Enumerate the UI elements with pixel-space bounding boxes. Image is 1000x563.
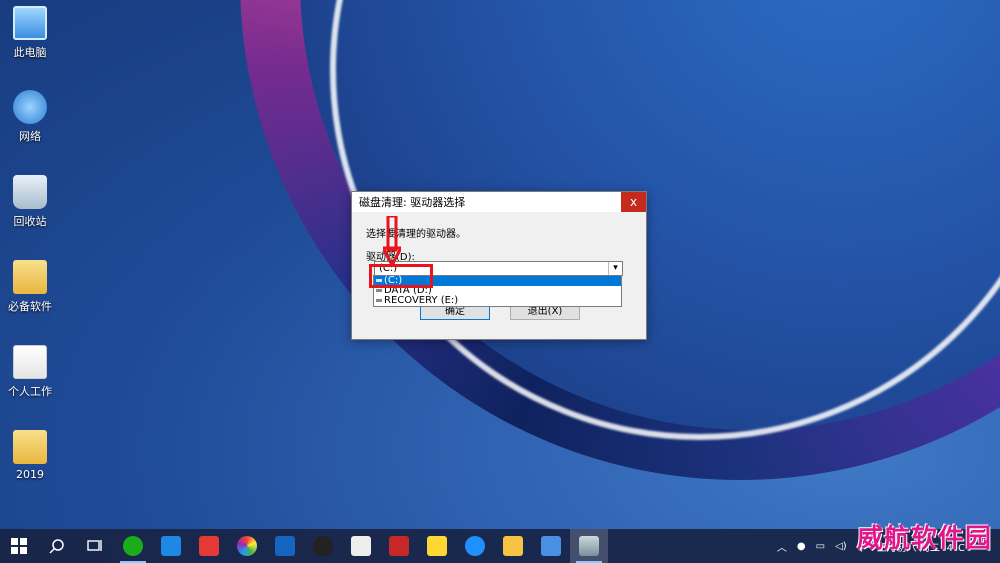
task-view-button[interactable] [76,529,114,563]
taskbar-app[interactable] [152,529,190,563]
taskbar-app-disk-cleanup[interactable] [570,529,608,563]
desktop-icon-recycle-bin[interactable]: 回收站 [2,175,58,229]
desktop-icon-label: 网络 [19,130,41,143]
drive-option-e[interactable]: RECOVERY (E:) [374,296,621,306]
search-icon [49,539,64,554]
app-icon [161,536,181,556]
desktop-icon-label: 此电脑 [13,46,47,59]
taskbar-app-explorer[interactable] [494,529,532,563]
taskbar-app[interactable] [532,529,570,563]
file-explorer-icon [503,536,523,556]
desktop-icon-software-folder[interactable]: 必备软件 [2,260,58,314]
tray-app-icon[interactable]: ● [797,541,806,552]
start-button[interactable] [0,529,38,563]
chevron-down-icon[interactable]: ▾ [608,262,622,275]
taskbar-app[interactable] [190,529,228,563]
qq-icon [313,536,333,556]
dialog-prompt: 选择要清理的驱动器。 [366,229,466,240]
taskbar-app[interactable] [342,529,380,563]
taskbar-app-wechat[interactable] [114,529,152,563]
volume-icon[interactable]: ◁) [835,541,847,552]
app-icon [427,536,447,556]
dialog-titlebar[interactable]: 磁盘清理: 驱动器选择 x [352,192,646,212]
folder-icon [13,345,47,379]
taskbar: ︿ ● ▭ ◁) 中 正月初八 周二 -4°C 6 [0,529,1000,563]
taskbar-app[interactable] [266,529,304,563]
desktop-icon-label: 个人工作 [8,385,52,398]
network-tray-icon[interactable]: ▭ [816,541,825,552]
taskbar-app-edge[interactable] [456,529,494,563]
watermark: 威航软件园 [856,524,992,554]
this-pc-icon [13,6,47,40]
color-icon [237,536,257,556]
desktop-icon-label: 必备软件 [8,300,52,313]
drive-icon [376,289,382,292]
desktop-icon-work-folder[interactable]: 个人工作 [2,345,58,399]
annotation-highlight-box [369,264,433,288]
taskbar-app[interactable] [418,529,456,563]
drive-option-label: RECOVERY (E:) [384,295,459,306]
start-icon [11,538,27,554]
folder-icon [13,260,47,294]
edge-icon [465,536,485,556]
close-button[interactable]: x [621,192,646,212]
dialog-title: 磁盘清理: 驱动器选择 [359,196,466,209]
taskbar-app[interactable] [228,529,266,563]
recycle-bin-icon [13,175,47,209]
desktop-icon-this-pc[interactable]: 此电脑 [2,6,58,60]
app-icon [351,536,371,556]
taskbar-app[interactable] [380,529,418,563]
app-icon [275,536,295,556]
network-icon [13,90,47,124]
desktop-icon-network[interactable]: 网络 [2,90,58,144]
desktop-icon-label: 2019 [16,468,44,481]
tray-overflow-icon[interactable]: ︿ [777,539,787,554]
app-icon [389,536,409,556]
app-icon [199,536,219,556]
folder-icon [13,430,47,464]
taskbar-app-qq[interactable] [304,529,342,563]
task-view-icon [87,540,102,551]
wechat-icon [123,536,143,556]
disk-cleanup-icon [579,536,599,556]
desktop-icon-label: 回收站 [13,215,47,228]
desktop-icon-2019-folder[interactable]: 2019 [2,430,58,481]
search-button[interactable] [38,529,76,563]
drive-icon [376,299,382,302]
annotation-arrow-icon [383,216,401,266]
app-icon [541,536,561,556]
